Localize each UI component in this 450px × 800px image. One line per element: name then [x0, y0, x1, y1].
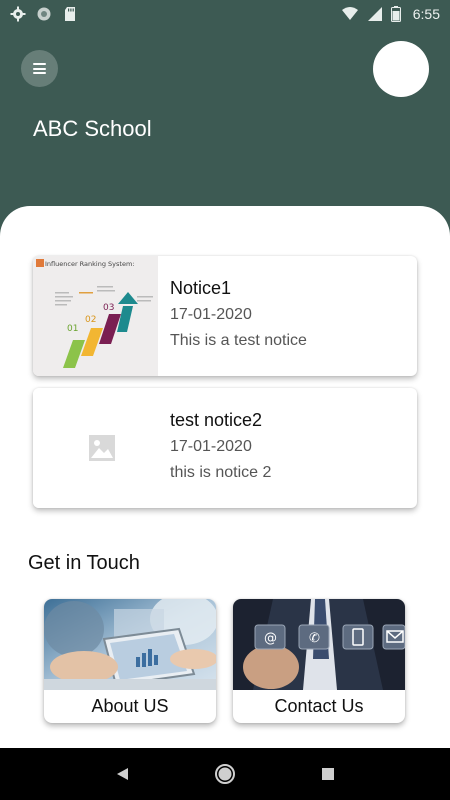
home-icon	[214, 764, 235, 784]
notice-text: test notice2 17-01-2020 this is notice 2	[158, 388, 271, 508]
recents-icon	[322, 768, 335, 780]
school-name: ABC School	[33, 116, 152, 141]
status-time: 6:55	[412, 6, 440, 22]
battery-icon	[390, 6, 401, 22]
back-icon	[116, 768, 128, 780]
notice-title: Notice1	[170, 278, 232, 298]
notice-description: this is notice 2	[170, 464, 272, 481]
notice-date: 17-01-2020	[170, 306, 252, 323]
notice-date: 17-01-2020	[170, 438, 252, 455]
notice-card[interactable]: Influencer Ranking System: 01 02 03 Noti…	[33, 256, 417, 376]
infographic-caption: Influencer Ranking System:	[45, 260, 134, 268]
notice-text: Notice1 17-01-2020 This is a test notice	[158, 256, 307, 376]
system-nav-bar	[0, 748, 450, 800]
businessman-contact-icons-photo: @ ✆	[233, 599, 405, 690]
status-right-icons: 6:55	[341, 6, 440, 22]
menu-button[interactable]	[21, 50, 58, 87]
profile-avatar[interactable]	[373, 41, 429, 97]
gear-icon	[10, 6, 26, 22]
about-us-label: About US	[91, 696, 169, 716]
status-left-icons	[10, 6, 78, 22]
infographic-image: Influencer Ranking System: 01 02 03	[33, 256, 158, 376]
svg-text:@: @	[264, 631, 277, 646]
status-bar: 6:55	[0, 0, 450, 28]
signal-icon	[367, 7, 382, 21]
circle-icon	[37, 7, 51, 21]
notice-card[interactable]: test notice2 17-01-2020 this is notice 2	[33, 388, 417, 508]
contact-us-label: Contact Us	[274, 696, 364, 716]
tablet-meeting-photo	[44, 599, 216, 690]
wifi-icon	[341, 7, 358, 20]
sd-card-icon	[65, 7, 75, 21]
recents-button[interactable]	[316, 762, 340, 786]
notice-title: test notice2	[170, 410, 263, 430]
home-button[interactable]	[213, 762, 237, 786]
svg-text:01: 01	[67, 324, 78, 334]
section-title-get-in-touch: Get in Touch	[28, 552, 140, 574]
hamburger-menu-icon	[33, 63, 46, 74]
image-placeholder-icon	[88, 435, 115, 461]
content-panel: Influencer Ranking System: 01 02 03 Noti…	[0, 206, 450, 748]
about-us-card[interactable]: About US	[44, 599, 216, 723]
notice-thumbnail	[33, 388, 158, 508]
svg-text:✆: ✆	[309, 631, 320, 646]
notice-thumbnail: Influencer Ranking System: 01 02 03	[33, 256, 158, 376]
contact-us-card[interactable]: @ ✆ Contact Us	[233, 599, 405, 723]
svg-text:02: 02	[85, 315, 96, 325]
notice-description: This is a test notice	[170, 332, 307, 349]
svg-text:03: 03	[103, 303, 114, 313]
back-button[interactable]	[110, 762, 134, 786]
